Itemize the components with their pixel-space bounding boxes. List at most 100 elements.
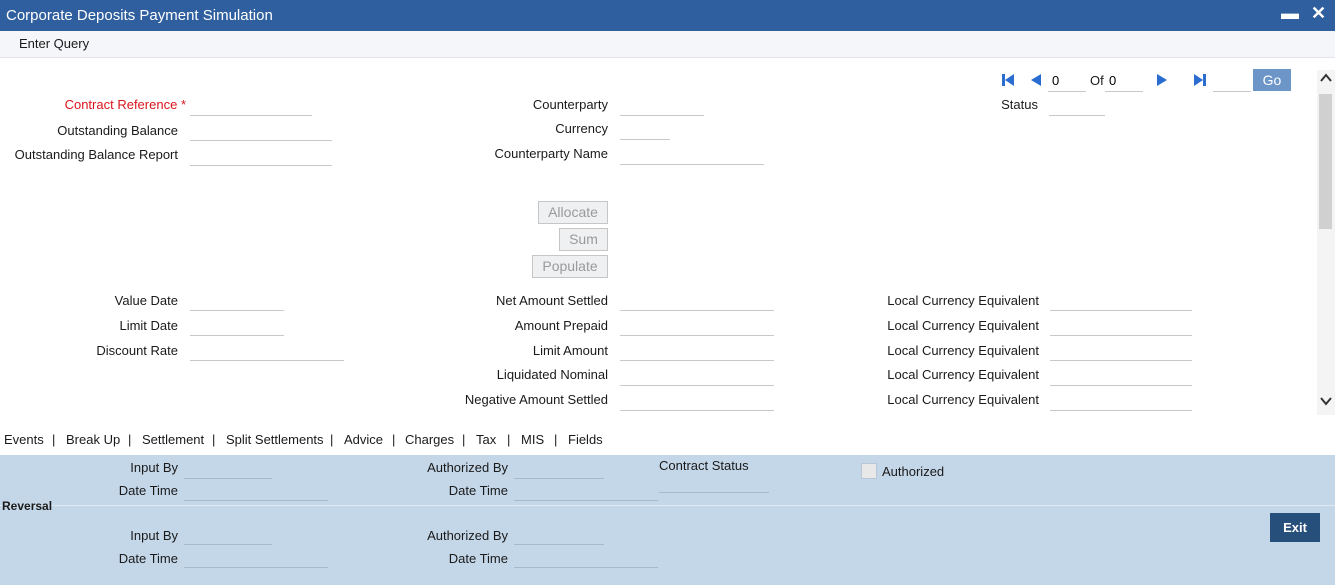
status-input[interactable] xyxy=(1049,94,1105,116)
outstanding-balance-report-label: Outstanding Balance Report xyxy=(14,147,178,162)
counterparty-name-input[interactable] xyxy=(620,143,764,165)
reversal-authorized-by-label: Authorized By xyxy=(427,528,508,543)
tab-charges[interactable]: Charges xyxy=(405,432,454,447)
tab-events[interactable]: Events xyxy=(4,432,44,447)
reversal-date-time-value xyxy=(184,547,328,568)
discount-rate-label: Discount Rate xyxy=(96,343,178,358)
scroll-down-icon[interactable] xyxy=(1319,395,1333,410)
local-currency-equivalent-label: Local Currency Equivalent xyxy=(887,318,1039,333)
local-currency-equivalent-label: Local Currency Equivalent xyxy=(887,343,1039,358)
negative-amount-lcy-input[interactable] xyxy=(1050,389,1192,411)
limit-amount-input[interactable] xyxy=(620,339,774,361)
liquidated-nominal-lcy-input[interactable] xyxy=(1050,364,1192,386)
amount-prepaid-lcy-input[interactable] xyxy=(1050,314,1192,336)
reversal-divider xyxy=(0,505,1335,506)
net-amount-settled-label: Net Amount Settled xyxy=(495,293,608,308)
total-records-input[interactable] xyxy=(1105,70,1143,92)
contract-reference-label: Contract Reference * xyxy=(20,97,186,112)
outstanding-balance-report-input[interactable] xyxy=(190,144,332,166)
authorized-label: Authorized xyxy=(882,464,945,479)
local-currency-equivalent-label: Local Currency Equivalent xyxy=(887,367,1039,382)
tab-separator: | xyxy=(507,432,511,447)
reversal-heading: Reversal xyxy=(2,499,53,513)
reversal-auth-date-time-value xyxy=(514,547,658,568)
status-label: Status xyxy=(1001,97,1038,112)
currency-input[interactable] xyxy=(620,118,670,140)
counterparty-label: Counterparty xyxy=(532,97,608,112)
limit-amount-lcy-input[interactable] xyxy=(1050,339,1192,361)
limit-amount-label: Limit Amount xyxy=(532,343,608,358)
tab-split-settlements[interactable]: Split Settlements xyxy=(226,432,324,447)
local-currency-equivalent-label: Local Currency Equivalent xyxy=(887,392,1039,407)
first-page-icon[interactable] xyxy=(1002,73,1015,90)
negative-amount-settled-label: Negative Amount Settled xyxy=(464,392,608,407)
tab-mis[interactable]: MIS xyxy=(521,432,544,447)
limit-date-label: Limit Date xyxy=(119,318,178,333)
local-currency-equivalent-label: Local Currency Equivalent xyxy=(887,293,1039,308)
of-label: Of xyxy=(1090,73,1104,88)
required-marker: * xyxy=(180,97,186,112)
tab-break-up[interactable]: Break Up xyxy=(66,432,120,447)
contract-reference-input[interactable] xyxy=(190,94,312,116)
window-title: Corporate Deposits Payment Simulation xyxy=(6,7,273,24)
value-date-input[interactable] xyxy=(190,289,284,311)
tab-advice[interactable]: Advice xyxy=(344,432,383,447)
net-amount-settled-input[interactable] xyxy=(620,289,774,311)
date-time-value xyxy=(184,480,328,501)
toolbar: Enter Query xyxy=(0,31,1335,58)
authorized-by-label: Authorized By xyxy=(427,460,508,475)
outstanding-balance-input[interactable] xyxy=(190,119,332,141)
tab-settlement[interactable]: Settlement xyxy=(142,432,204,447)
allocate-button[interactable]: Allocate xyxy=(538,201,608,224)
date-time-label: Date Time xyxy=(448,483,508,498)
tab-separator: | xyxy=(212,432,216,447)
date-time-label: Date Time xyxy=(118,483,178,498)
reversal-auth-date-time-label: Date Time xyxy=(448,551,508,566)
contract-status-label: Contract Status xyxy=(659,458,749,473)
tab-bar: Events | Break Up | Settlement | Split S… xyxy=(0,428,1335,454)
populate-button[interactable]: Populate xyxy=(532,255,608,278)
currency-label: Currency xyxy=(555,121,608,136)
tab-separator: | xyxy=(554,432,558,447)
tab-separator: | xyxy=(330,432,334,447)
reversal-input-by-label: Input By xyxy=(130,528,178,543)
reversal-input-by-value xyxy=(184,524,272,545)
minimize-icon[interactable]: ▬ xyxy=(1281,3,1299,24)
liquidated-nominal-label: Liquidated Nominal xyxy=(496,367,608,382)
tab-separator: | xyxy=(128,432,132,447)
tab-separator: | xyxy=(52,432,56,447)
sum-button[interactable]: Sum xyxy=(559,228,608,251)
title-bar: Corporate Deposits Payment Simulation ▬ … xyxy=(0,0,1335,31)
tab-separator: | xyxy=(462,432,466,447)
amount-prepaid-input[interactable] xyxy=(620,314,774,336)
negative-amount-settled-input[interactable] xyxy=(620,389,774,411)
scroll-up-icon[interactable] xyxy=(1319,72,1333,87)
scrollbar-thumb[interactable] xyxy=(1319,94,1332,229)
counterparty-name-label: Counterparty Name xyxy=(494,146,608,161)
go-button[interactable]: Go xyxy=(1253,69,1291,91)
tab-fields[interactable]: Fields xyxy=(568,432,603,447)
tab-tax[interactable]: Tax xyxy=(476,432,496,447)
enter-query-button[interactable]: Enter Query xyxy=(19,36,89,51)
outstanding-balance-label: Outstanding Balance xyxy=(57,123,178,138)
next-page-icon[interactable] xyxy=(1156,73,1168,90)
close-icon[interactable]: ✕ xyxy=(1311,3,1326,24)
counterparty-input[interactable] xyxy=(620,94,704,116)
amount-prepaid-label: Amount Prepaid xyxy=(514,318,608,333)
goto-record-input[interactable] xyxy=(1213,70,1251,92)
authorized-date-time-value xyxy=(514,480,658,501)
exit-button[interactable]: Exit xyxy=(1270,513,1320,542)
discount-rate-input[interactable] xyxy=(190,339,344,361)
contract-reference-text: Contract Reference xyxy=(64,97,178,112)
limit-date-input[interactable] xyxy=(190,314,284,336)
vertical-scrollbar[interactable] xyxy=(1317,70,1335,415)
net-amount-lcy-input[interactable] xyxy=(1050,289,1192,311)
reversal-authorized-by-value xyxy=(514,524,604,545)
input-by-label: Input By xyxy=(130,460,178,475)
contract-status-value xyxy=(659,472,769,493)
prev-page-icon[interactable] xyxy=(1030,73,1042,90)
last-page-icon[interactable] xyxy=(1193,73,1206,90)
current-record-input[interactable] xyxy=(1048,70,1086,92)
authorized-checkbox[interactable] xyxy=(861,463,877,479)
liquidated-nominal-input[interactable] xyxy=(620,364,774,386)
